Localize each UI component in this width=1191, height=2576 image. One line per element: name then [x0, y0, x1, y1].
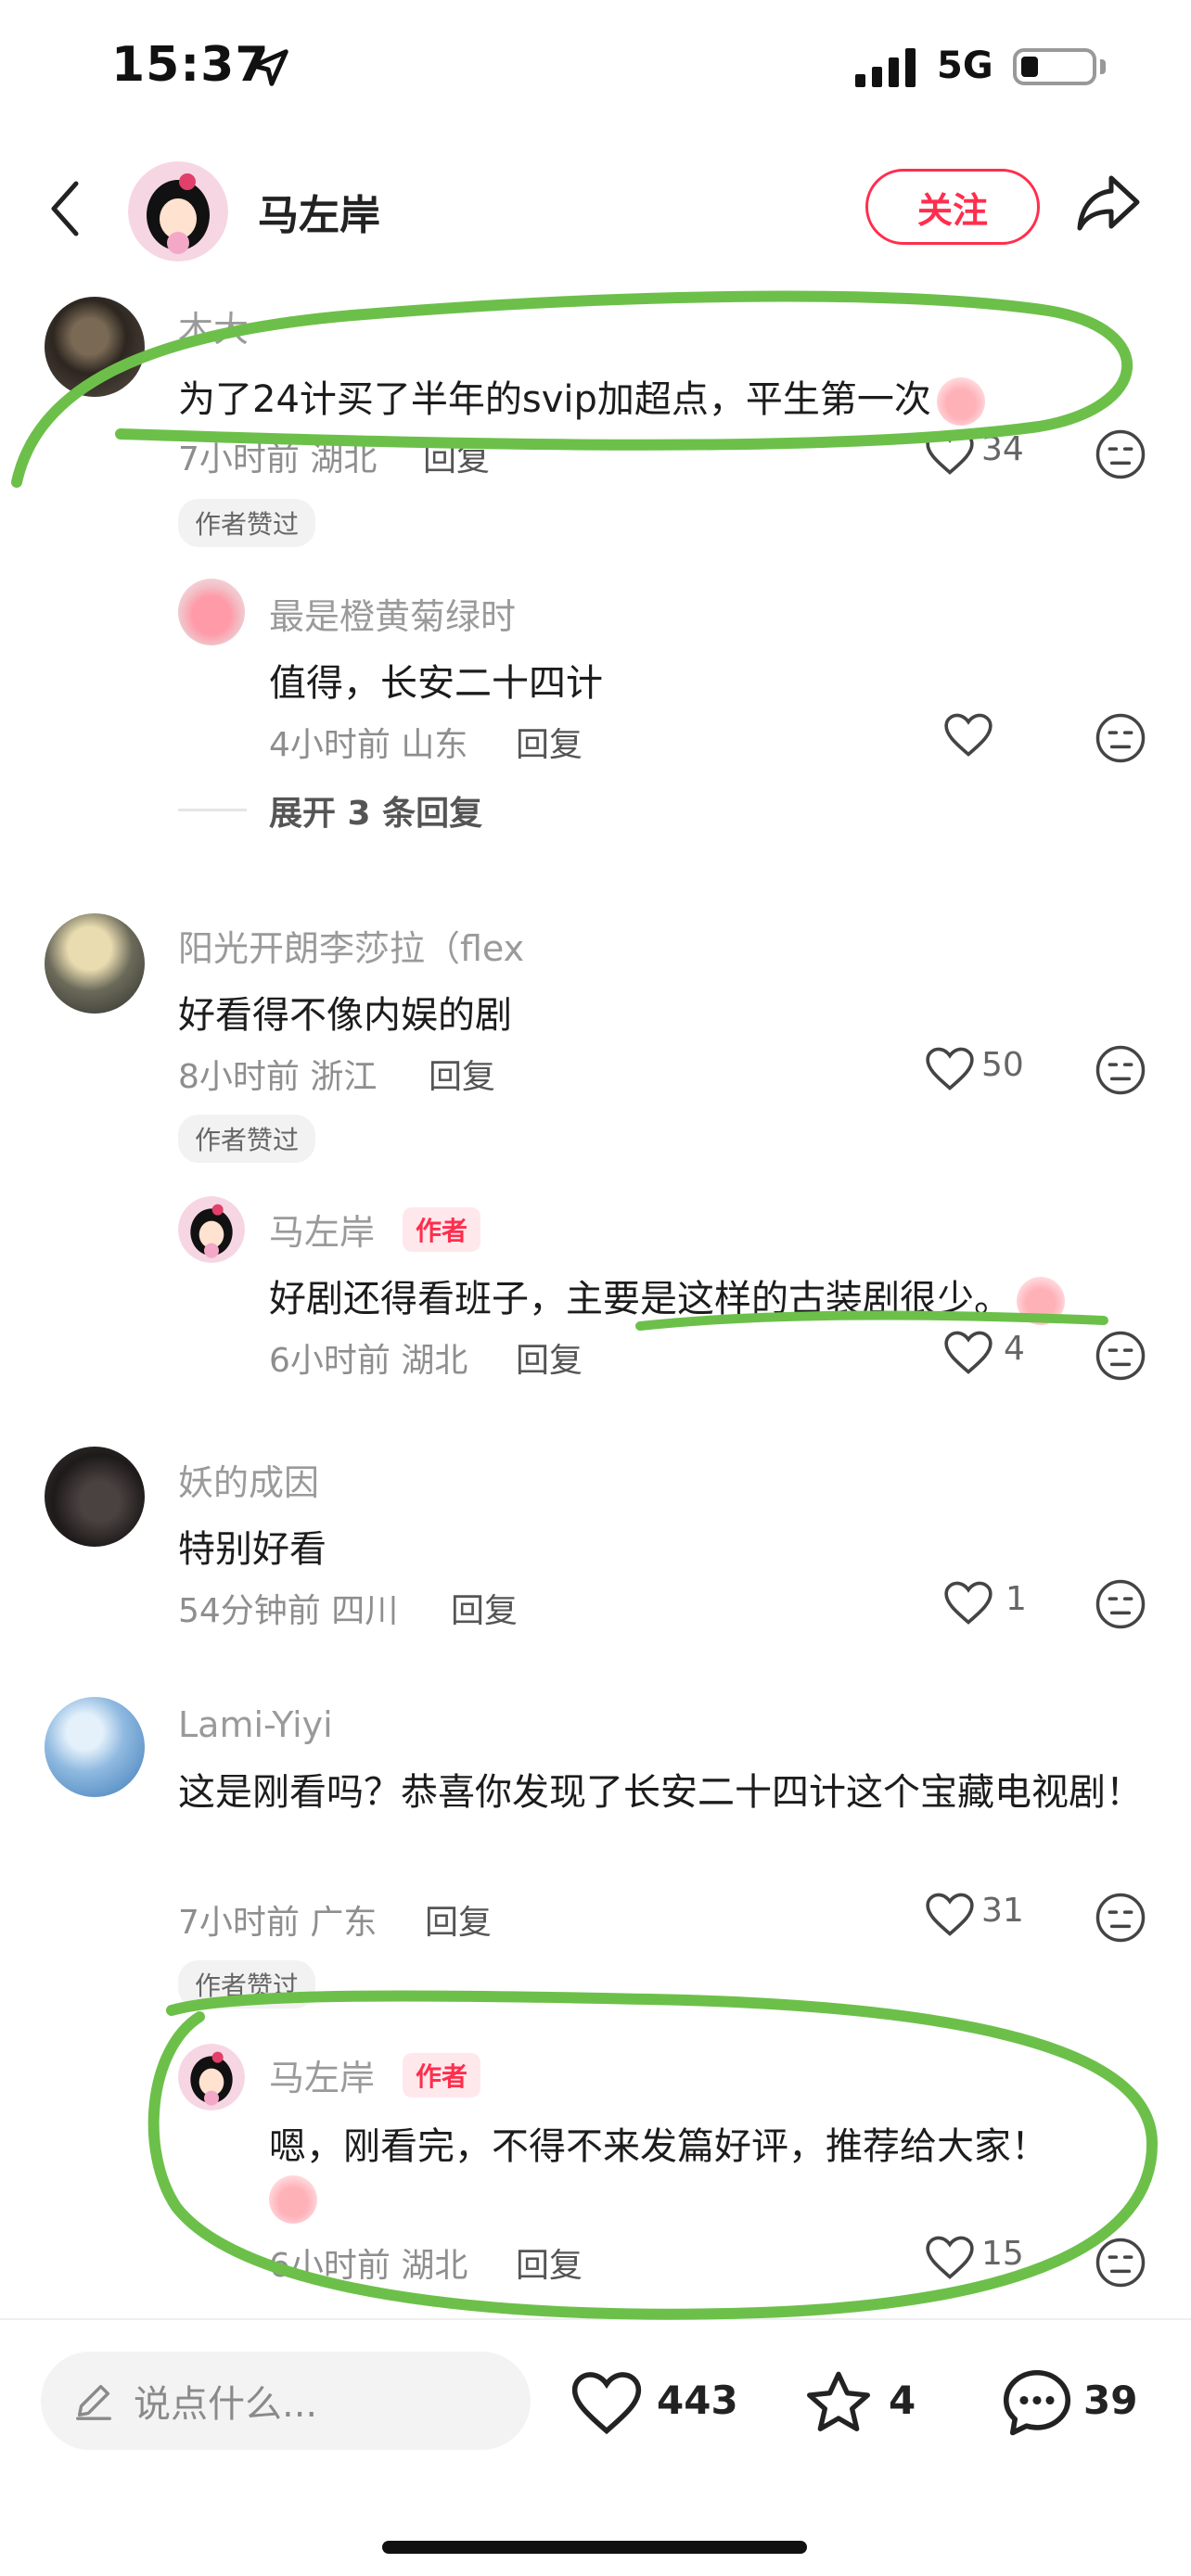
battery-icon — [1013, 48, 1096, 85]
comment-author[interactable]: 妖的成因 — [178, 1454, 319, 1505]
comment-total: 39 — [1083, 2378, 1138, 2423]
page-username: 马左岸 — [258, 192, 380, 239]
author-liked-badge: 作者赞过 — [178, 1960, 316, 2009]
like-total-icon[interactable] — [570, 2370, 644, 2437]
like-count: 50 — [981, 1046, 1024, 1084]
comment-meta: 8小时前 浙江 — [178, 1058, 378, 1096]
commenter-avatar[interactable] — [45, 297, 145, 397]
reply-meta: 6小时前 湖北 — [269, 2247, 468, 2285]
follow-button[interactable]: 关注 — [865, 169, 1040, 245]
like-icon[interactable] — [924, 1892, 976, 1938]
bottom-divider — [0, 2318, 1191, 2320]
dislike-face-icon[interactable] — [1095, 1044, 1146, 1096]
like-count: 34 — [981, 430, 1024, 468]
comment-author[interactable]: Lami-Yiyi — [178, 1704, 333, 1745]
author-liked-badge: 作者赞过 — [178, 1115, 316, 1163]
like-total: 443 — [657, 2378, 738, 2423]
network-type: 5G — [937, 45, 993, 87]
reply-text[interactable]: 嗯，刚看完，不得不来发篇好评，推荐给大家！ — [269, 2116, 1048, 2170]
author-tag: 作者 — [403, 1207, 481, 1252]
comment-text[interactable]: 特别好看 — [178, 1519, 327, 1573]
comment-meta: 54分钟前 四川 — [178, 1592, 399, 1630]
reply-avatar[interactable] — [178, 1196, 245, 1263]
home-indicator — [382, 2541, 807, 2554]
dislike-face-icon[interactable] — [1095, 428, 1146, 480]
reply-avatar[interactable] — [178, 579, 245, 645]
commenter-avatar[interactable] — [45, 1697, 145, 1797]
comment-author[interactable]: 木大 — [178, 300, 249, 351]
comment-input[interactable]: 说点什么... — [41, 2352, 531, 2450]
reply-author[interactable]: 最是橙黄菊绿时 — [269, 588, 516, 639]
dislike-face-icon[interactable] — [1095, 2237, 1146, 2289]
signal-icon — [855, 48, 920, 87]
star-total: 4 — [889, 2378, 916, 2423]
like-icon[interactable] — [924, 1046, 976, 1092]
star-icon[interactable] — [801, 2366, 876, 2441]
expand-divider — [178, 809, 247, 811]
dislike-face-icon[interactable] — [1095, 1578, 1146, 1630]
reply-meta: 4小时前 山东 — [269, 726, 468, 764]
comment-text[interactable]: 为了24计买了半年的svip加超点，平生第一次 — [178, 369, 985, 426]
comment-input-placeholder: 说点什么... — [134, 2383, 318, 2426]
crying-emoji-icon — [936, 377, 985, 426]
reply-text[interactable]: 值得，长安二十四计 — [269, 653, 603, 707]
comment-bubble-icon[interactable] — [998, 2365, 1076, 2442]
like-count: 1 — [1005, 1580, 1027, 1618]
reply-author[interactable]: 马左岸 — [269, 2049, 375, 2100]
peach-emoji-icon — [269, 2175, 317, 2224]
commenter-avatar[interactable] — [45, 1447, 145, 1547]
like-icon[interactable] — [942, 1580, 994, 1626]
expand-replies-button[interactable]: 展开 3 条回复 — [269, 786, 482, 835]
dislike-face-icon[interactable] — [1095, 1330, 1146, 1382]
like-icon[interactable] — [942, 1330, 994, 1376]
profile-avatar[interactable] — [128, 161, 228, 261]
reply-text[interactable]: 好剧还得看班子，主要是这样的古装剧很少。 — [269, 1269, 1065, 1325]
commenter-avatar[interactable] — [45, 913, 145, 1014]
reply-button[interactable]: 回复 — [516, 2238, 583, 2287]
reply-button[interactable]: 回复 — [451, 1584, 518, 1632]
comment-meta: 7小时前 广东 — [178, 1904, 378, 1942]
like-icon[interactable] — [924, 2235, 976, 2281]
author-tag: 作者 — [403, 2053, 481, 2098]
reply-avatar[interactable] — [178, 2044, 245, 2111]
comment-text[interactable]: 这是刚看吗？恭喜你发现了长安二十四计这个宝藏电视剧！ — [178, 1764, 1143, 1821]
like-icon[interactable] — [924, 430, 976, 477]
reply-button[interactable]: 回复 — [425, 1895, 492, 1944]
reply-button[interactable]: 回复 — [429, 1050, 495, 1098]
like-count: 31 — [981, 1892, 1024, 1930]
status-time: 15:37 — [111, 37, 270, 93]
comment-author[interactable]: 阳光开朗李莎拉（flex — [178, 920, 524, 971]
author-liked-badge: 作者赞过 — [178, 499, 316, 547]
like-count: 4 — [1004, 1330, 1025, 1368]
reply-button[interactable]: 回复 — [516, 718, 583, 766]
dislike-face-icon[interactable] — [1095, 1892, 1146, 1944]
reply-author[interactable]: 马左岸 — [269, 1204, 375, 1255]
reply-button[interactable]: 回复 — [423, 432, 490, 480]
dislike-face-icon[interactable] — [1095, 712, 1146, 764]
comment-meta: 7小时前 湖北 — [178, 440, 378, 478]
back-icon[interactable] — [45, 176, 91, 241]
share-icon[interactable] — [1074, 172, 1143, 234]
like-count: 15 — [981, 2235, 1024, 2273]
reply-button[interactable]: 回复 — [516, 1333, 583, 1382]
blush-emoji-icon — [1017, 1277, 1065, 1325]
pencil-icon — [76, 2384, 111, 2420]
reply-meta: 6小时前 湖北 — [269, 1342, 468, 1380]
comment-text[interactable]: 好看得不像内娱的剧 — [178, 985, 512, 1039]
location-arrow-icon — [251, 49, 288, 86]
battery-tip — [1100, 59, 1106, 74]
like-icon[interactable] — [942, 712, 994, 759]
